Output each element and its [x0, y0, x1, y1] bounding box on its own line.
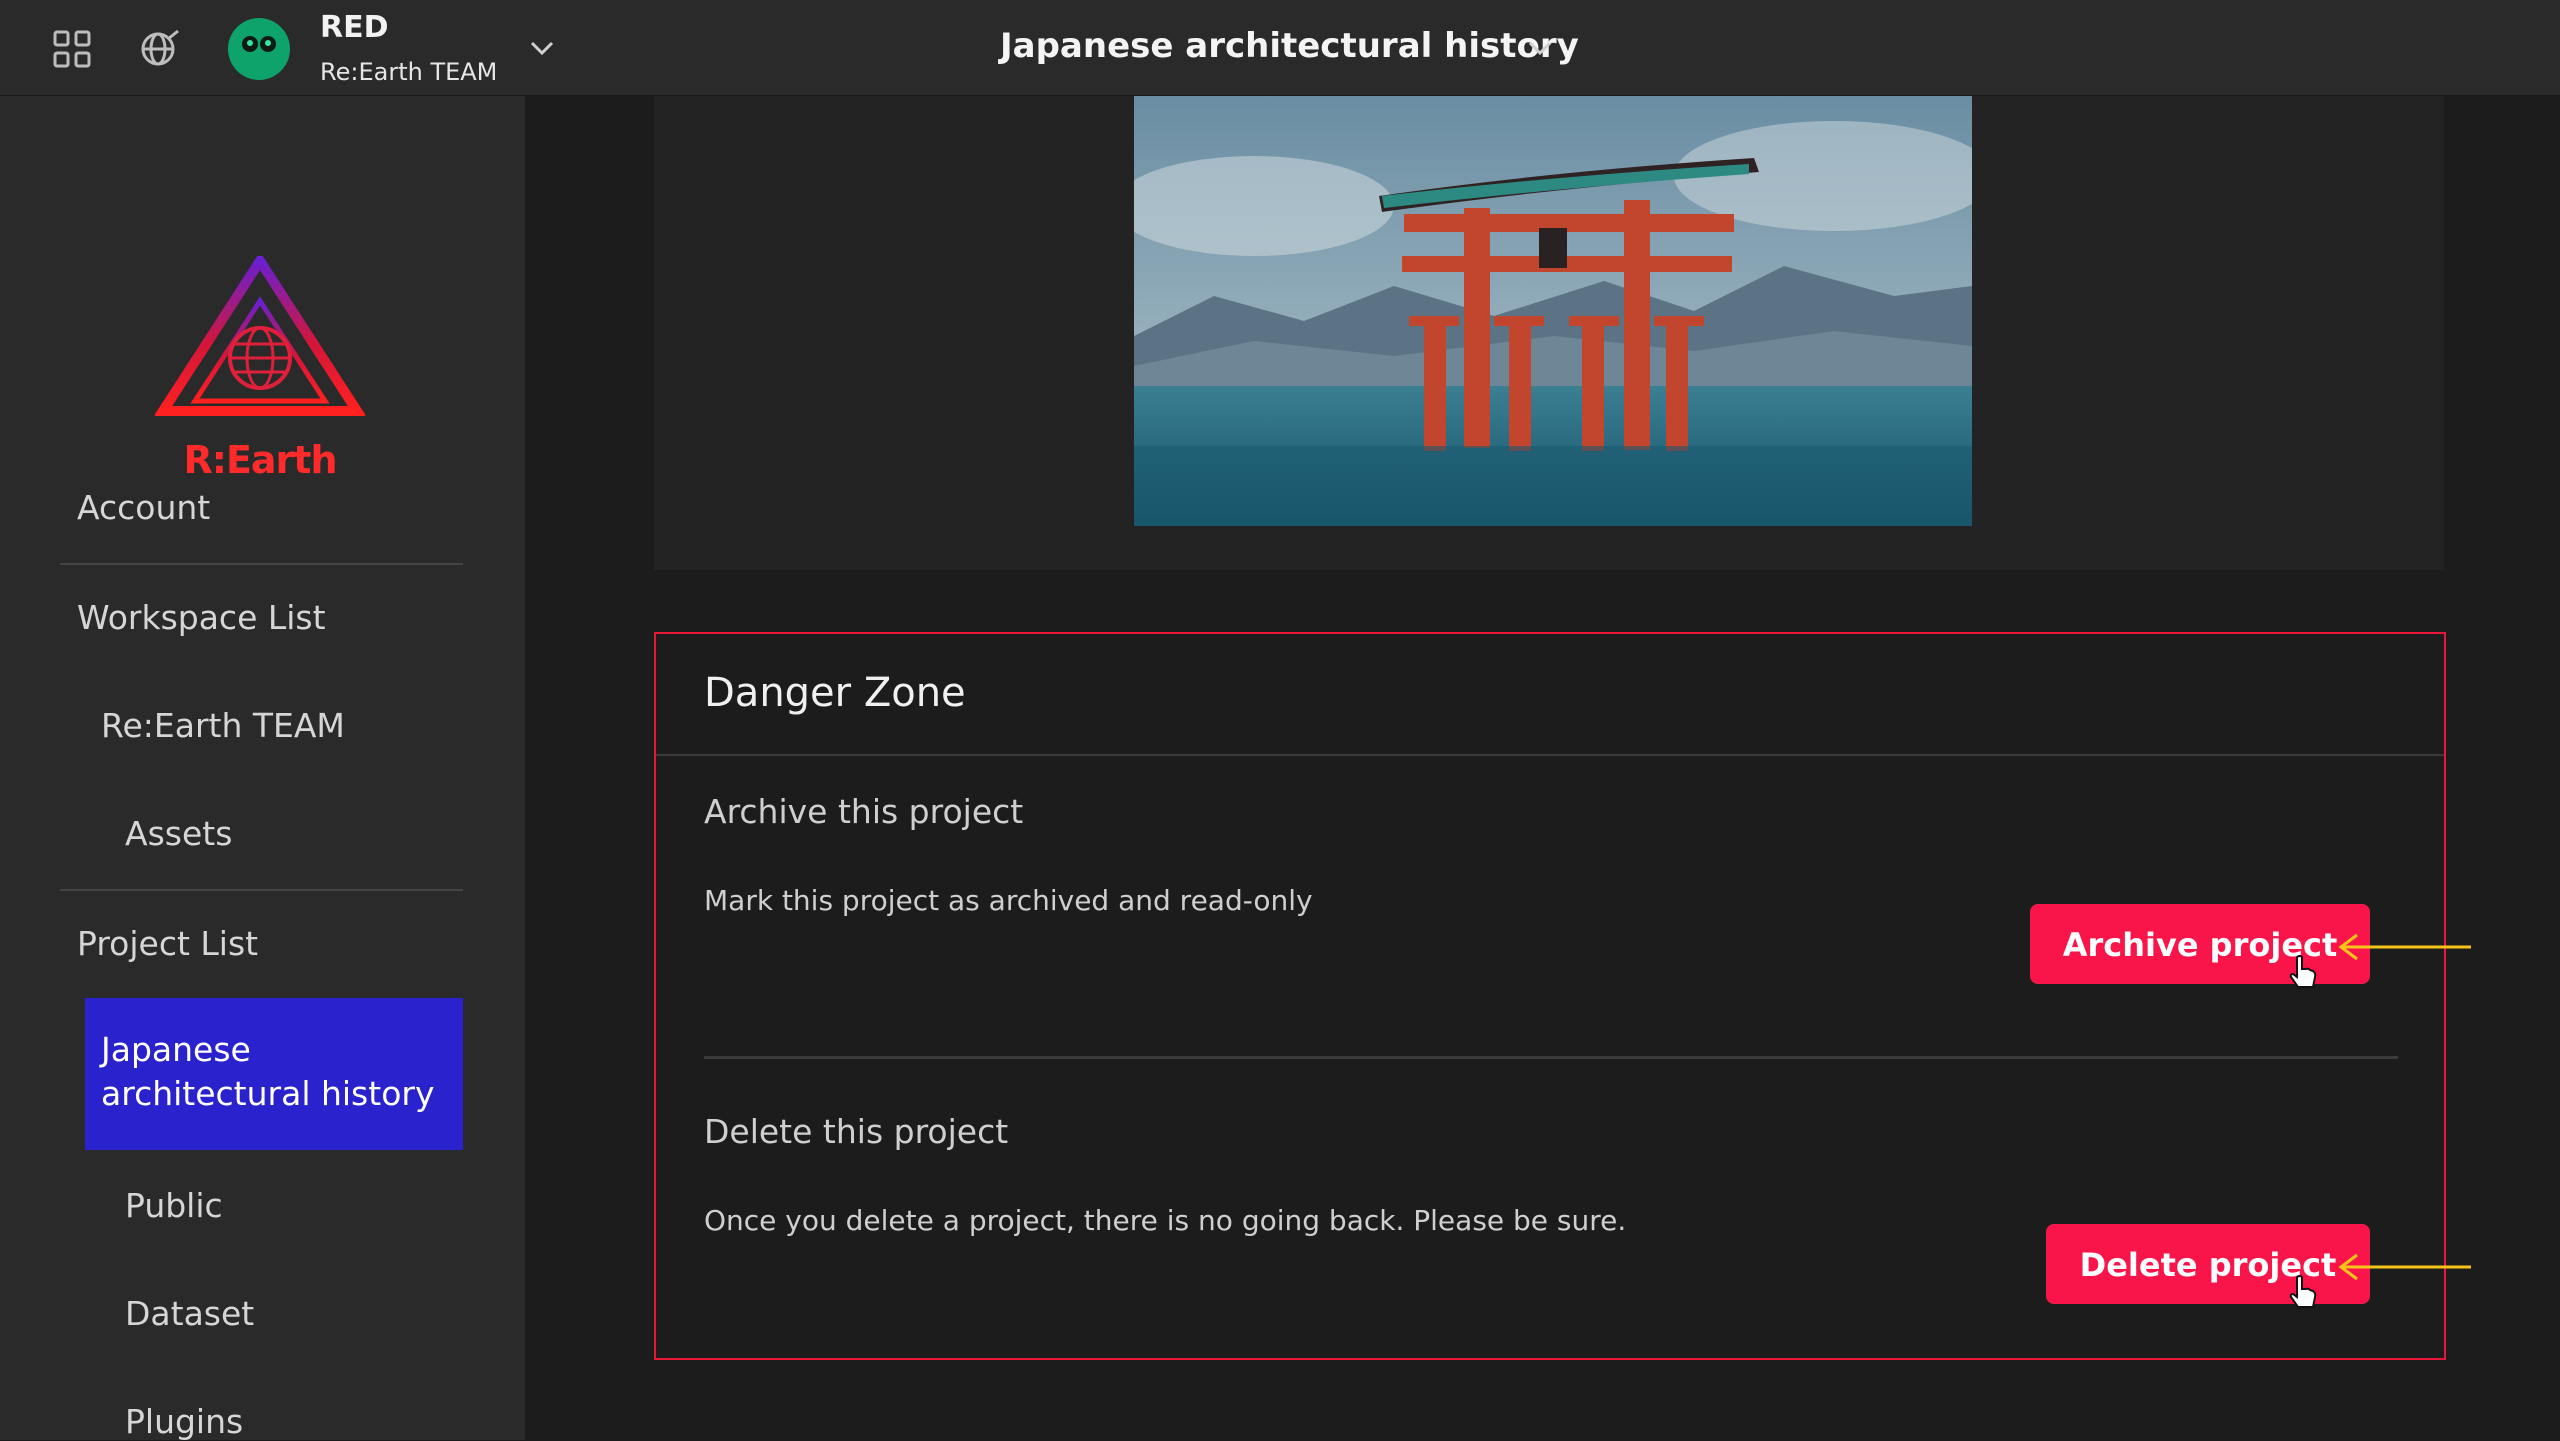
reearth-logo-icon: [155, 256, 365, 416]
workspace-name: Re:Earth TEAM: [320, 58, 498, 86]
danger-zone-title: Danger Zone: [704, 670, 966, 716]
globe-edit-icon[interactable]: [138, 27, 182, 71]
sidebar-item-dataset[interactable]: Dataset: [125, 1294, 254, 1333]
apps-grid-icon[interactable]: [50, 27, 94, 71]
delete-project-button[interactable]: Delete project: [2046, 1224, 2370, 1304]
sidebar-item-account[interactable]: Account: [77, 488, 210, 527]
arrow-left-icon: [2338, 933, 2471, 961]
chevron-down-icon[interactable]: [528, 34, 556, 62]
archive-section-description: Mark this project as archived and read-o…: [704, 884, 1313, 917]
hand-cursor-icon: [2289, 1275, 2317, 1308]
divider: [60, 889, 463, 891]
top-header: RED Re:Earth TEAM Japanese architectural…: [0, 0, 2560, 96]
divider: [704, 1056, 2398, 1059]
logo-text: R:Earth: [183, 438, 337, 482]
divider: [656, 754, 2444, 756]
hand-cursor-icon: [2289, 955, 2317, 988]
sidebar-item-public[interactable]: Public: [125, 1186, 223, 1225]
sidebar-item-workspace[interactable]: Re:Earth TEAM: [101, 706, 345, 745]
archive-project-button[interactable]: Archive project: [2030, 904, 2370, 984]
sidebar-item-assets[interactable]: Assets: [125, 814, 232, 853]
sidebar-item-plugins[interactable]: Plugins: [125, 1402, 243, 1441]
sidebar-item-workspace-list[interactable]: Workspace List: [77, 598, 326, 637]
sidebar: R:Earth: [0, 96, 525, 1440]
archive-section-title: Archive this project: [704, 792, 1024, 831]
sidebar-item-current-project[interactable]: Japanese architectural history: [85, 998, 463, 1150]
delete-section-description: Once you delete a project, there is no g…: [704, 1204, 1627, 1237]
project-chevron-down-icon[interactable]: [1526, 34, 1554, 62]
user-name: RED: [320, 10, 389, 45]
danger-zone-panel: Danger Zone Archive this project Mark th…: [654, 632, 2446, 1360]
project-thumbnail-image: [1134, 96, 1972, 526]
avatar[interactable]: [228, 18, 290, 80]
delete-section-title: Delete this project: [704, 1112, 1009, 1151]
divider: [60, 563, 463, 565]
arrow-left-icon: [2338, 1253, 2471, 1281]
project-title: Japanese architectural history: [1000, 26, 1579, 66]
sidebar-item-project-list[interactable]: Project List: [77, 924, 258, 963]
